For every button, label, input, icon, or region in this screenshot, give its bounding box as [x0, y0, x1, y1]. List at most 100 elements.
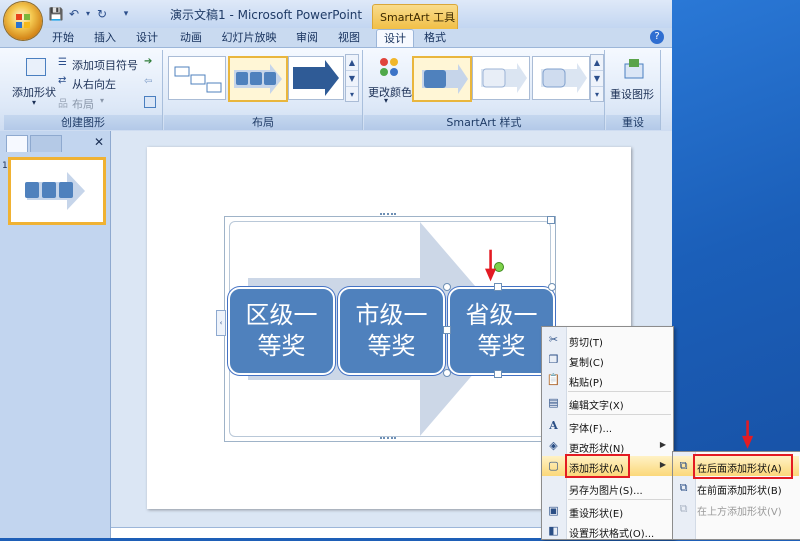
edit-text-icon: ▤	[548, 396, 559, 409]
smartart-shape-3-selected[interactable]: 省级一等奖	[448, 287, 555, 375]
resize-handle[interactable]	[443, 369, 451, 377]
reset-graphic-button[interactable]: 重设图形	[608, 54, 658, 104]
red-arrow-annotation-icon	[485, 249, 497, 282]
tab-view[interactable]: 视图	[332, 29, 366, 46]
reset-shape-icon: ▣	[548, 504, 559, 517]
customize-qat-icon[interactable]: ▾	[118, 6, 134, 22]
gallery-more-icon[interactable]: ▾	[346, 87, 358, 102]
style-thumb-2[interactable]	[472, 56, 530, 100]
layout-gallery-scroll[interactable]: ▲ ▼ ▾	[345, 54, 359, 102]
redo-icon[interactable]: ↻	[94, 6, 110, 22]
resize-handle[interactable]	[494, 370, 502, 378]
add-shape-button[interactable]: 添加形状 ▾	[12, 56, 60, 107]
scroll-down-icon[interactable]: ▼	[346, 71, 358, 87]
add-shape-above-icon: ⧉	[679, 502, 688, 515]
gallery-more-icon[interactable]: ▾	[591, 87, 603, 102]
text-pane-toggle-icon[interactable]: ‹	[216, 310, 226, 336]
tab-review[interactable]: 审阅	[290, 29, 324, 46]
menu-item-label: 粘贴(P)	[569, 378, 603, 389]
style-preview-icon	[422, 64, 468, 94]
scroll-up-icon[interactable]: ▲	[346, 55, 358, 71]
reset-graphic-label: 重设图形	[610, 88, 654, 101]
frame-handle-top[interactable]	[380, 213, 396, 219]
menu-item-paste[interactable]: 📋 粘贴(P)	[542, 370, 673, 390]
menu-item-label: 重设形状(E)	[569, 509, 624, 520]
office-button[interactable]	[4, 2, 42, 40]
reset-group: 重设图形 重设	[606, 50, 661, 130]
text-pane-icon[interactable]	[144, 96, 156, 108]
demote-arrow-icon[interactable]: ⇦	[144, 76, 152, 87]
menu-item-format-shape[interactable]: ◧ 设置形状格式(O)...	[542, 521, 673, 541]
red-arrow-annotation-icon	[742, 420, 754, 449]
menu-item-label: 另存为图片(S)...	[569, 486, 643, 497]
submenu-arrow-icon: ▶	[659, 440, 666, 449]
change-colors-button[interactable]: 更改颜色 ▾	[366, 54, 412, 106]
resize-handle[interactable]	[443, 326, 451, 334]
add-bullet-button[interactable]: ☰ 添加项目符号	[58, 56, 148, 72]
right-to-left-label: 从右向左	[72, 78, 116, 91]
resize-handle[interactable]	[443, 283, 451, 291]
menu-item-change-shape[interactable]: ◈ 更改形状(N) ▶	[542, 436, 673, 456]
menu-separator	[568, 414, 671, 415]
right-to-left-button[interactable]: ⇄ 从右向左	[58, 75, 148, 91]
menu-separator	[568, 391, 671, 392]
tab-insert[interactable]: 插入	[88, 29, 122, 46]
color-palette-icon	[380, 58, 398, 76]
tab-format[interactable]: 格式	[418, 29, 452, 46]
title-bar: 💾 ↶ ▾ ↻ ▾ 演示文稿1 - Microsoft PowerPoint S…	[0, 0, 672, 29]
menu-item-reset-shape[interactable]: ▣ 重设形状(E)	[542, 501, 673, 521]
close-icon[interactable]: ✕	[94, 135, 104, 149]
resize-handle[interactable]	[548, 283, 556, 291]
layout-thumb-2-selected[interactable]	[228, 56, 288, 102]
layout-thumb-3[interactable]	[288, 56, 344, 100]
smartart-styles-group-label: SmartArt 样式	[364, 115, 604, 130]
tab-design[interactable]: 设计	[130, 29, 164, 46]
style-gallery-scroll[interactable]: ▲ ▼ ▾	[590, 54, 604, 102]
menu-item-edit-text[interactable]: ▤ 编辑文字(X)	[542, 393, 673, 413]
chevron-down-icon: ▾	[100, 96, 105, 105]
change-colors-label: 更改颜色	[368, 86, 412, 99]
shape-3-text: 省级一等奖	[465, 301, 538, 360]
scroll-down-icon[interactable]: ▼	[591, 71, 603, 87]
slide-number: 1	[2, 161, 8, 171]
menu-item-cut[interactable]: ✂ 剪切(T)	[542, 330, 673, 350]
add-shape-before-icon: ⧉	[679, 481, 688, 494]
red-highlight-box	[565, 454, 630, 478]
reset-graphic-icon	[624, 59, 644, 79]
slides-tab[interactable]	[6, 135, 28, 152]
format-shape-icon: ◧	[548, 524, 559, 537]
layout-button: 品 布局 ▾	[58, 95, 148, 111]
layout-thumb-1[interactable]	[168, 56, 226, 100]
help-icon[interactable]: ?	[650, 30, 664, 44]
menu-item-save-as-picture[interactable]: 另存为图片(S)...	[542, 478, 673, 498]
smartart-shape-1[interactable]: 区级一等奖	[228, 287, 335, 375]
style-preview-icon	[481, 63, 527, 93]
menu-item-font[interactable]: A 字体(F)...	[542, 416, 673, 436]
slide-thumbnail-preview	[25, 172, 85, 210]
add-shape-after-icon: ⧉	[679, 459, 688, 472]
menu-item-label: 在上方添加形状(V)	[697, 507, 782, 518]
menu-item-add-shape-before[interactable]: ⧉ 在前面添加形状(B)	[673, 478, 799, 498]
ribbon: 添加形状 ▾ ☰ 添加项目符号 ⇄ 从右向左 品 布局 ▾ ➔ ⇦ 创建图形 ▲…	[0, 47, 672, 133]
slide-thumbnail-1[interactable]	[8, 157, 106, 225]
style-preview-icon	[541, 63, 587, 93]
tab-smartart-design[interactable]: 设计	[376, 29, 414, 48]
style-thumb-3[interactable]	[532, 56, 590, 100]
style-thumb-1-selected[interactable]	[412, 56, 472, 102]
layout-label: 布局	[72, 98, 94, 111]
tab-animations[interactable]: 动画	[174, 29, 208, 46]
menu-item-copy[interactable]: ❐ 复制(C)	[542, 350, 673, 370]
scroll-up-icon[interactable]: ▲	[591, 55, 603, 71]
menu-item-label: 字体(F)...	[569, 424, 613, 435]
promote-arrow-icon[interactable]: ➔	[144, 56, 152, 67]
chevron-down-icon: ▾	[32, 98, 37, 107]
save-icon[interactable]: 💾	[48, 6, 64, 22]
tab-home[interactable]: 开始	[46, 29, 80, 46]
frame-handle-bottom[interactable]	[380, 437, 396, 443]
outline-tab[interactable]	[30, 135, 62, 152]
menu-item-label: 剪切(T)	[569, 338, 603, 349]
smartart-shape-2[interactable]: 市级一等奖	[338, 287, 445, 375]
window-title: 演示文稿1 - Microsoft PowerPoint	[170, 8, 363, 22]
frame-handle-corner[interactable]	[547, 216, 555, 224]
tab-slide-show[interactable]: 幻灯片放映	[218, 29, 280, 46]
